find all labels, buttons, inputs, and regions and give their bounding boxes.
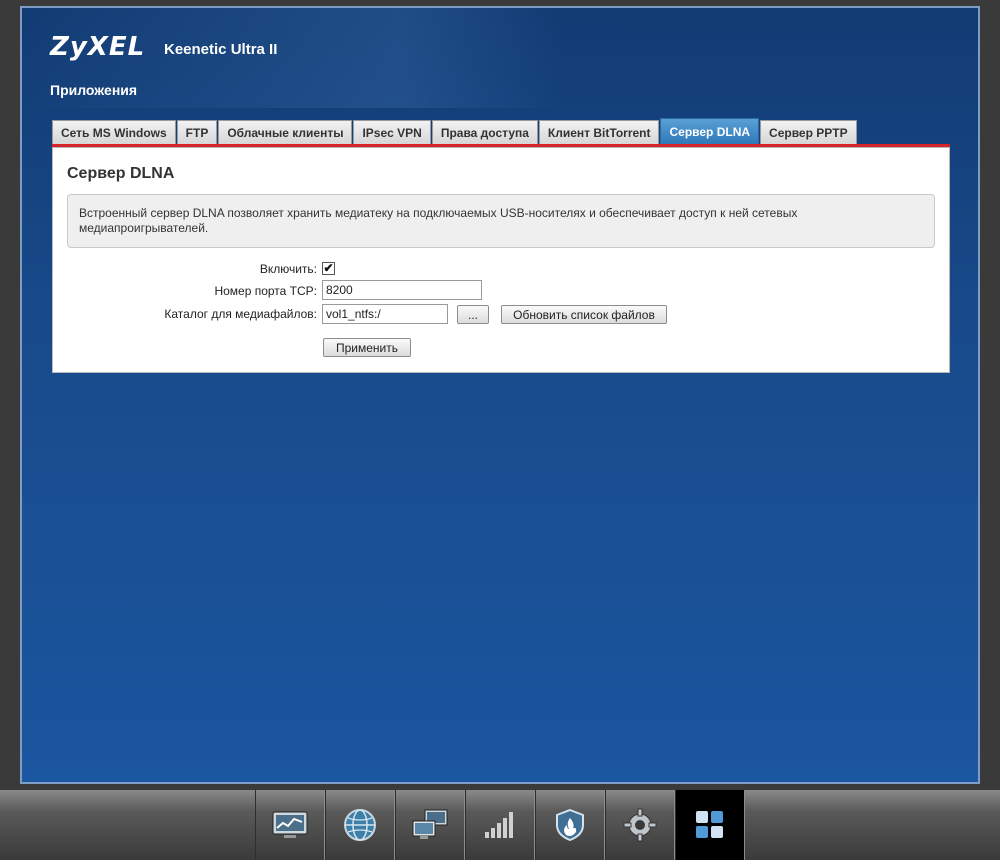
model-name: Keenetic Ultra II [164, 41, 278, 58]
main-frame: ZyXEL Keenetic Ultra II Приложения Сеть … [20, 6, 980, 784]
zyxel-logo: ZyXEL [50, 32, 146, 62]
tab-ftp[interactable]: FTP [176, 120, 218, 144]
signal-bars-icon [485, 812, 513, 838]
panel-title: Сервер DLNA [67, 165, 175, 182]
tab-bar: Сеть MS Windows FTP Облачные клиенты IPs… [52, 118, 858, 144]
tab-bittorrent[interactable]: Клиент BitTorrent [538, 120, 660, 144]
apply-button[interactable]: Применить [323, 338, 411, 357]
enable-checkbox[interactable]: ✔ [322, 262, 335, 275]
taskbar-monitor-button[interactable] [255, 790, 325, 860]
globe-icon [344, 809, 376, 841]
taskbar-wifi-button[interactable] [465, 790, 535, 860]
media-dir-input[interactable] [322, 304, 448, 324]
taskbar-apps-button[interactable] [675, 790, 745, 860]
tab-dlna-server[interactable]: Сервер DLNA [660, 118, 760, 144]
taskbar-internet-button[interactable] [325, 790, 395, 860]
taskbar [0, 790, 1000, 860]
apps-grid-icon [696, 811, 723, 838]
dlna-panel: Сервер DLNA Встроенный сервер DLNA позво… [52, 147, 950, 373]
gear-icon [623, 808, 657, 842]
tab-pptp-server[interactable]: Сервер PPTP [760, 120, 857, 144]
tab-access-rights[interactable]: Права доступа [431, 120, 538, 144]
section-title: Приложения [50, 82, 138, 98]
port-label: Номер порта TCP: [214, 284, 317, 298]
media-dir-label: Каталог для медиафайлов: [164, 307, 317, 321]
tab-cloud-clients[interactable]: Облачные клиенты [218, 120, 353, 144]
enable-label: Включить: [259, 262, 317, 276]
monitor-chart-icon [272, 811, 308, 838]
description-box: Встроенный сервер DLNA позволяет хранить… [67, 194, 935, 248]
taskbar-security-button[interactable] [535, 790, 605, 860]
tab-ms-windows[interactable]: Сеть MS Windows [52, 120, 176, 144]
description-text: Встроенный сервер DLNA позволяет хранить… [79, 206, 798, 235]
port-input[interactable] [322, 280, 482, 300]
taskbar-settings-button[interactable] [605, 790, 675, 860]
browse-button[interactable]: ... [457, 305, 489, 324]
tab-ipsec-vpn[interactable]: IPsec VPN [353, 120, 431, 144]
checkmark-icon: ✔ [323, 261, 334, 275]
taskbar-home-network-button[interactable] [395, 790, 465, 860]
refresh-files-button[interactable]: Обновить список файлов [501, 305, 667, 324]
network-computers-icon [412, 809, 448, 839]
shield-flame-icon [556, 808, 584, 842]
